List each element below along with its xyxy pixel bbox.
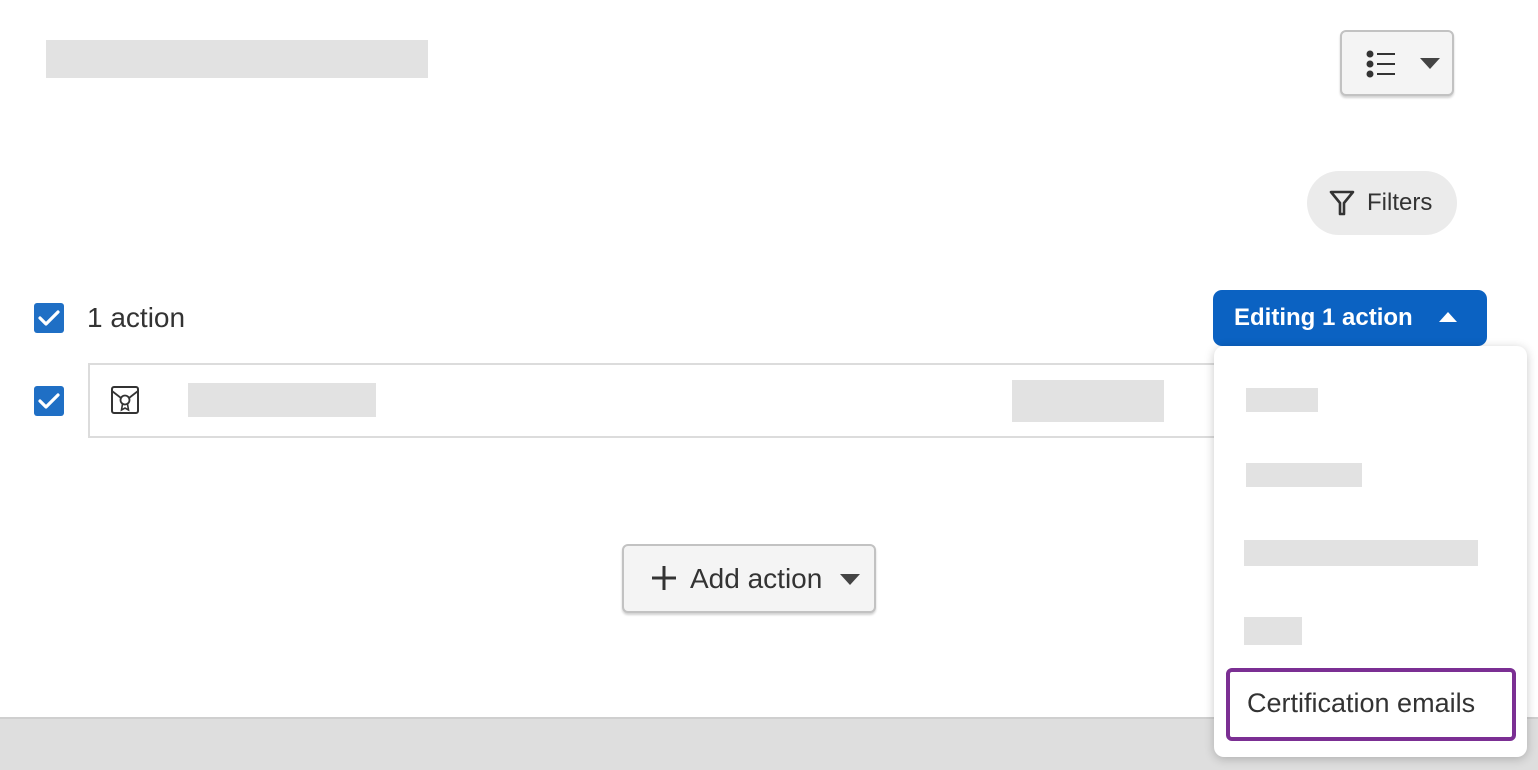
filters-button[interactable]: Filters [1307, 171, 1457, 235]
menu-item-4[interactable] [1244, 617, 1302, 645]
menu-item-label: Certification emails [1247, 688, 1476, 718]
view-toggle-button[interactable] [1340, 30, 1454, 96]
page: Filters 1 action Editing 1 action Add ac… [0, 0, 1538, 770]
add-action-label: Add action [690, 563, 823, 594]
chevron-up-icon [1439, 312, 1457, 322]
add-action-button[interactable]: Add action [622, 544, 876, 613]
action-status-redacted [1012, 380, 1164, 422]
row-checkbox[interactable] [34, 386, 64, 416]
checkmark-icon [38, 393, 60, 409]
action-row[interactable] [88, 363, 1248, 438]
action-name-redacted [188, 383, 376, 417]
editing-actions-button[interactable]: Editing 1 action [1213, 290, 1487, 346]
certificate-icon [111, 386, 139, 414]
chevron-down-icon [840, 574, 860, 585]
checkmark-icon [38, 310, 60, 326]
menu-item-certification-emails[interactable]: Certification emails [1226, 668, 1516, 741]
editing-actions-label: Editing 1 action [1234, 304, 1413, 331]
menu-item-3[interactable] [1244, 540, 1478, 566]
select-all-checkbox[interactable] [34, 303, 64, 333]
menu-item-redacted [1246, 463, 1362, 487]
filters-label: Filters [1367, 189, 1433, 216]
menu-item-redacted [1244, 617, 1302, 645]
menu-item-redacted [1244, 540, 1478, 566]
selected-count-label: 1 action [87, 302, 186, 333]
page-title-redacted [46, 40, 428, 78]
filter-icon [1329, 190, 1355, 216]
menu-item-redacted [1246, 388, 1318, 412]
menu-item-2[interactable] [1246, 463, 1362, 487]
edit-actions-menu: Certification emails [1214, 346, 1527, 757]
menu-item-1[interactable] [1246, 388, 1318, 412]
plus-icon [652, 566, 676, 590]
chevron-down-icon [1420, 58, 1440, 69]
list-icon [1366, 50, 1395, 78]
